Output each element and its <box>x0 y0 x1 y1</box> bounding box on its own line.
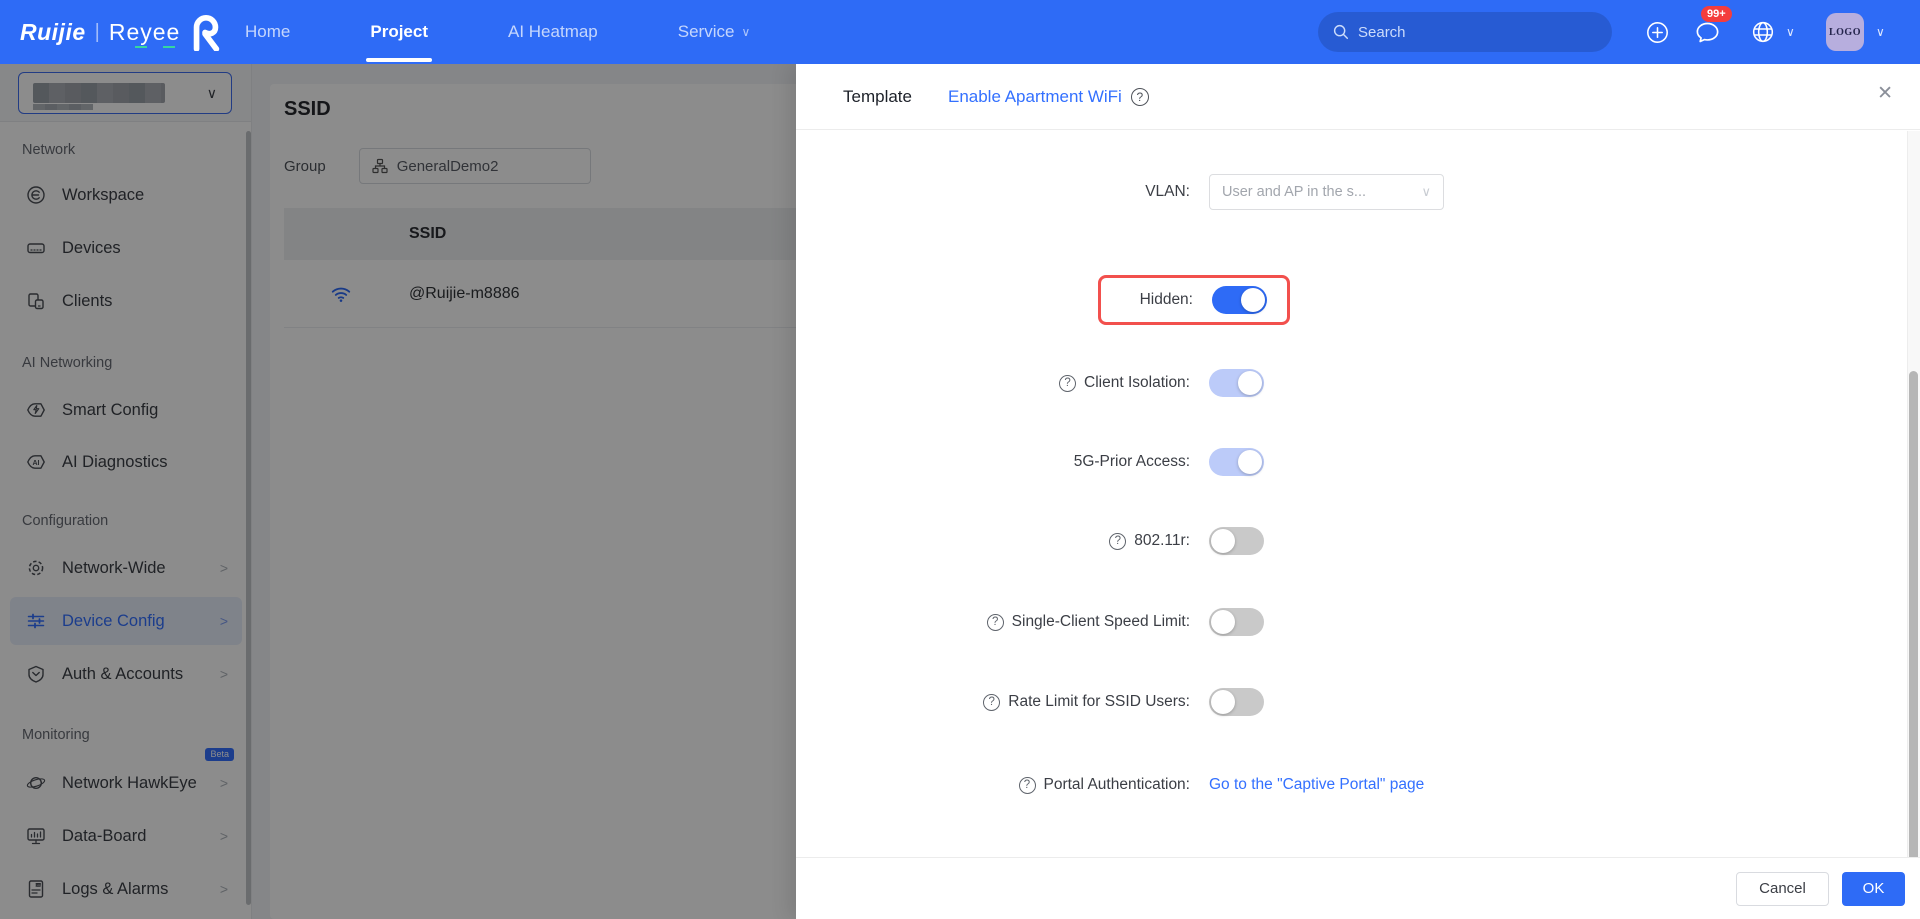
form-row-5g-prior: 5G-Prior Access: <box>796 444 1496 480</box>
captive-portal-link[interactable]: Go to the "Captive Portal" page <box>1209 776 1424 794</box>
ok-button[interactable]: OK <box>1842 871 1905 906</box>
single-client-limit-label: Single-Client Speed Limit: <box>1011 613 1190 630</box>
search-icon <box>1332 23 1350 41</box>
portal-auth-label: Portal Authentication: <box>1043 776 1191 793</box>
80211r-label: 802.11r: <box>1134 532 1190 549</box>
brand-logo[interactable]: Ruijie | Reyee <box>20 0 223 64</box>
80211r-toggle[interactable] <box>1209 527 1264 555</box>
help-icon[interactable]: ? <box>1130 87 1149 106</box>
active-tab-indicator <box>366 58 433 62</box>
single-client-limit-toggle[interactable] <box>1209 608 1264 636</box>
form-row-single-client-limit: ? Single-Client Speed Limit: <box>796 604 1496 640</box>
cancel-button[interactable]: Cancel <box>1736 871 1829 906</box>
page: Ruijie | Reyee Home Project AI Heatmap S… <box>0 0 1920 919</box>
modal-backdrop <box>0 64 796 919</box>
search-box[interactable] <box>1318 12 1612 52</box>
chevron-down-icon: ∨ <box>1421 184 1431 199</box>
rate-limit-ssid-label: Rate Limit for SSID Users: <box>1008 693 1190 710</box>
nav-item-ai-heatmap[interactable]: AI Heatmap <box>508 0 598 64</box>
language-globe-icon[interactable] <box>1750 0 1776 64</box>
client-isolation-toggle[interactable] <box>1209 369 1264 397</box>
nav-menu: Home Project AI Heatmap Service ∨ <box>245 0 750 64</box>
brand-logo-ruijie: Ruijie <box>20 18 86 45</box>
form-row-portal-auth: ? Portal Authentication: Go to the "Capt… <box>796 767 1496 803</box>
reyee-mascot-icon <box>189 13 223 51</box>
vlan-label: VLAN: <box>1145 183 1190 200</box>
help-icon[interactable]: ? <box>1059 374 1077 392</box>
wifi-settings-drawer: Template Enable Apartment WiFi ? ✕ VLAN:… <box>796 64 1920 919</box>
nav-item-home[interactable]: Home <box>245 0 290 64</box>
notification-count-badge: 99+ <box>1701 6 1732 22</box>
5g-prior-label: 5G-Prior Access: <box>1073 453 1190 470</box>
chevron-down-icon[interactable]: ∨ <box>1786 0 1795 64</box>
avatar[interactable]: LOGO <box>1826 13 1864 51</box>
top-nav: Ruijie | Reyee Home Project AI Heatmap S… <box>0 0 1920 64</box>
close-icon[interactable]: ✕ <box>1877 84 1893 103</box>
form-row-80211r: ? 802.11r: <box>796 523 1496 559</box>
form-row-vlan: VLAN: User and AP in the s... ∨ <box>796 174 1496 210</box>
form-row-rate-limit-ssid: ? Rate Limit for SSID Users: <box>796 684 1496 720</box>
vlan-select[interactable]: User and AP in the s... ∨ <box>1209 174 1444 210</box>
help-icon[interactable]: ? <box>983 693 1001 711</box>
help-icon[interactable]: ? <box>986 613 1004 631</box>
client-isolation-label: Client Isolation: <box>1084 374 1190 391</box>
nav-item-project[interactable]: Project <box>366 0 433 64</box>
hidden-highlight-box: Hidden: <box>1098 275 1290 325</box>
drawer-scrollbar-thumb[interactable] <box>1909 371 1918 919</box>
tab-template[interactable]: Template <box>843 87 912 107</box>
brand-logo-separator: | <box>94 20 100 43</box>
help-icon[interactable]: ? <box>1109 532 1127 550</box>
5g-prior-toggle[interactable] <box>1209 448 1264 476</box>
search-input[interactable] <box>1358 23 1578 41</box>
hidden-label: Hidden: <box>1139 291 1193 308</box>
chevron-down-icon[interactable]: ∨ <box>1876 0 1885 64</box>
rate-limit-ssid-toggle[interactable] <box>1209 688 1264 716</box>
add-project-icon[interactable] <box>1645 0 1670 64</box>
drawer-header: Template Enable Apartment WiFi ? ✕ <box>796 64 1920 130</box>
drawer-footer: Cancel OK <box>796 857 1920 919</box>
help-icon[interactable]: ? <box>1018 776 1036 794</box>
nav-item-service[interactable]: Service ∨ <box>678 0 750 64</box>
chevron-down-icon: ∨ <box>741 25 751 39</box>
hidden-toggle[interactable] <box>1212 286 1267 314</box>
brand-logo-reyee: Reyee <box>109 19 180 48</box>
drawer-scrollbar-track[interactable] <box>1907 131 1920 919</box>
form-row-client-isolation: ? Client Isolation: <box>796 365 1496 401</box>
vlan-select-value: User and AP in the s... <box>1222 184 1367 200</box>
tab-enable-apartment-wifi[interactable]: Enable Apartment WiFi ? <box>948 87 1149 107</box>
